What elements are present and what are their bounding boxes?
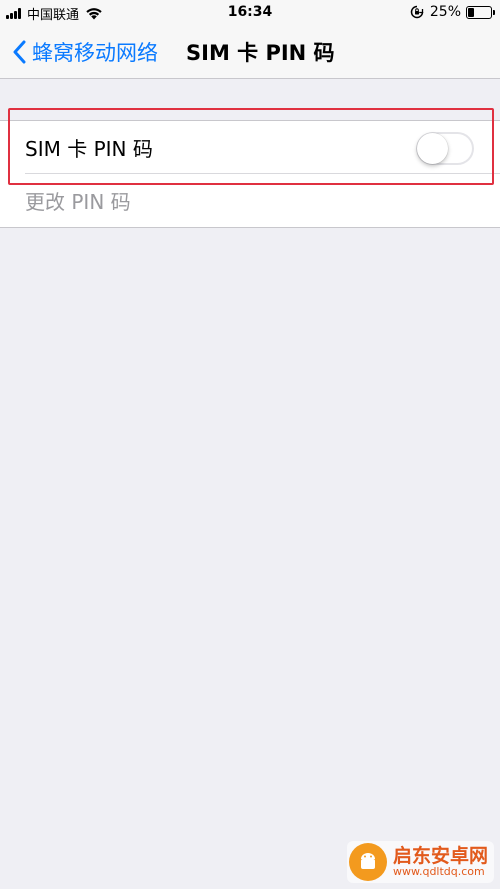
navigation-bar: 蜂窝移动网络 SIM 卡 PIN 码 bbox=[0, 26, 500, 79]
settings-group: SIM 卡 PIN 码 更改 PIN 码 bbox=[0, 120, 500, 228]
change-pin-cell[interactable]: 更改 PIN 码 bbox=[0, 174, 500, 227]
chevron-left-icon bbox=[13, 40, 26, 64]
back-button-label: 蜂窝移动网络 bbox=[32, 41, 158, 65]
battery-percentage: 25% bbox=[429, 4, 461, 20]
toggle-knob bbox=[417, 133, 448, 164]
battery-tip bbox=[493, 9, 495, 15]
back-button[interactable]: 蜂窝移动网络 bbox=[12, 26, 158, 78]
change-pin-label: 更改 PIN 码 bbox=[25, 190, 131, 214]
watermark-url: www.qdltdq.com bbox=[392, 865, 485, 879]
screen: 中国联通 16:34 25% 蜂窝移动网络 SIM 卡 PIN 码 SIM 卡 … bbox=[0, 0, 500, 889]
battery-level-fill bbox=[468, 7, 474, 17]
watermark-text: 启东安卓网 www.qdltdq.com bbox=[392, 844, 488, 879]
android-icon bbox=[360, 853, 375, 869]
sim-pin-cell: SIM 卡 PIN 码 bbox=[0, 121, 500, 174]
rotation-lock-icon bbox=[410, 5, 424, 19]
watermark: 启东安卓网 www.qdltdq.com bbox=[346, 841, 494, 883]
sim-pin-toggle[interactable] bbox=[416, 132, 474, 165]
status-right: 25% bbox=[410, 4, 495, 20]
sim-pin-label: SIM 卡 PIN 码 bbox=[25, 137, 153, 161]
status-bar: 中国联通 16:34 25% bbox=[0, 0, 500, 26]
battery-icon bbox=[466, 5, 495, 19]
watermark-title: 启东安卓网 bbox=[392, 844, 488, 867]
watermark-logo-icon bbox=[348, 843, 387, 881]
page-title: SIM 卡 PIN 码 bbox=[186, 41, 335, 65]
